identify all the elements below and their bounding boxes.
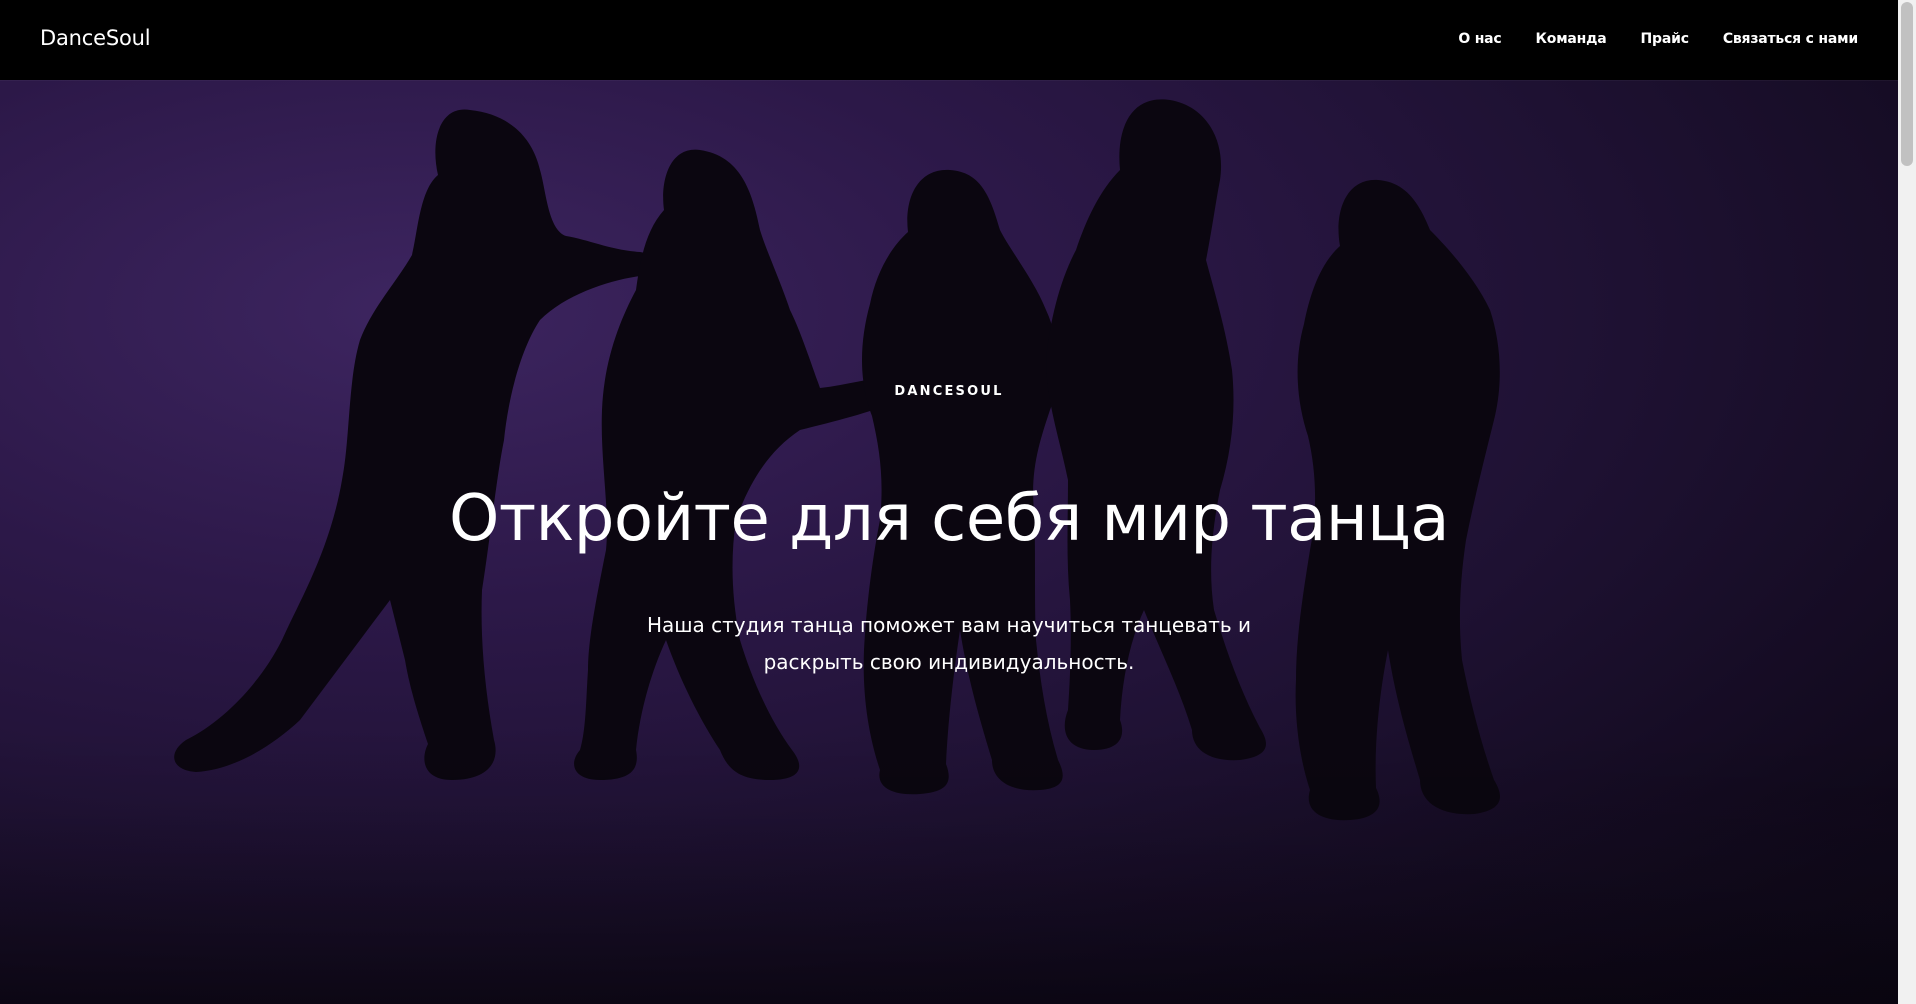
hero-title: Откройте для себя мир танца: [448, 482, 1450, 556]
page: DanceSoul О нас Команда Прайс Связаться …: [0, 0, 1916, 1004]
scrollbar-thumb[interactable]: [1901, 2, 1913, 166]
site-header: DanceSoul О нас Команда Прайс Связаться …: [0, 0, 1898, 80]
hero-section: DANCESOUL Откройте для себя мир танца На…: [0, 80, 1898, 1004]
nav-link-pricing[interactable]: Прайс: [1641, 31, 1689, 47]
nav-link-contact[interactable]: Связаться с нами: [1723, 31, 1858, 47]
hero-subtitle: Наша студия танца поможет вам научиться …: [646, 613, 1252, 674]
nav-link-about[interactable]: О нас: [1458, 31, 1501, 47]
page-scrollbar[interactable]: [1898, 0, 1916, 1004]
hero-eyebrow: DANCESOUL: [894, 384, 1004, 399]
main-nav: О нас Команда Прайс Связаться с нами: [1458, 31, 1858, 47]
nav-link-team[interactable]: Команда: [1536, 31, 1607, 47]
brand-logo-link[interactable]: DanceSoul: [40, 26, 151, 50]
